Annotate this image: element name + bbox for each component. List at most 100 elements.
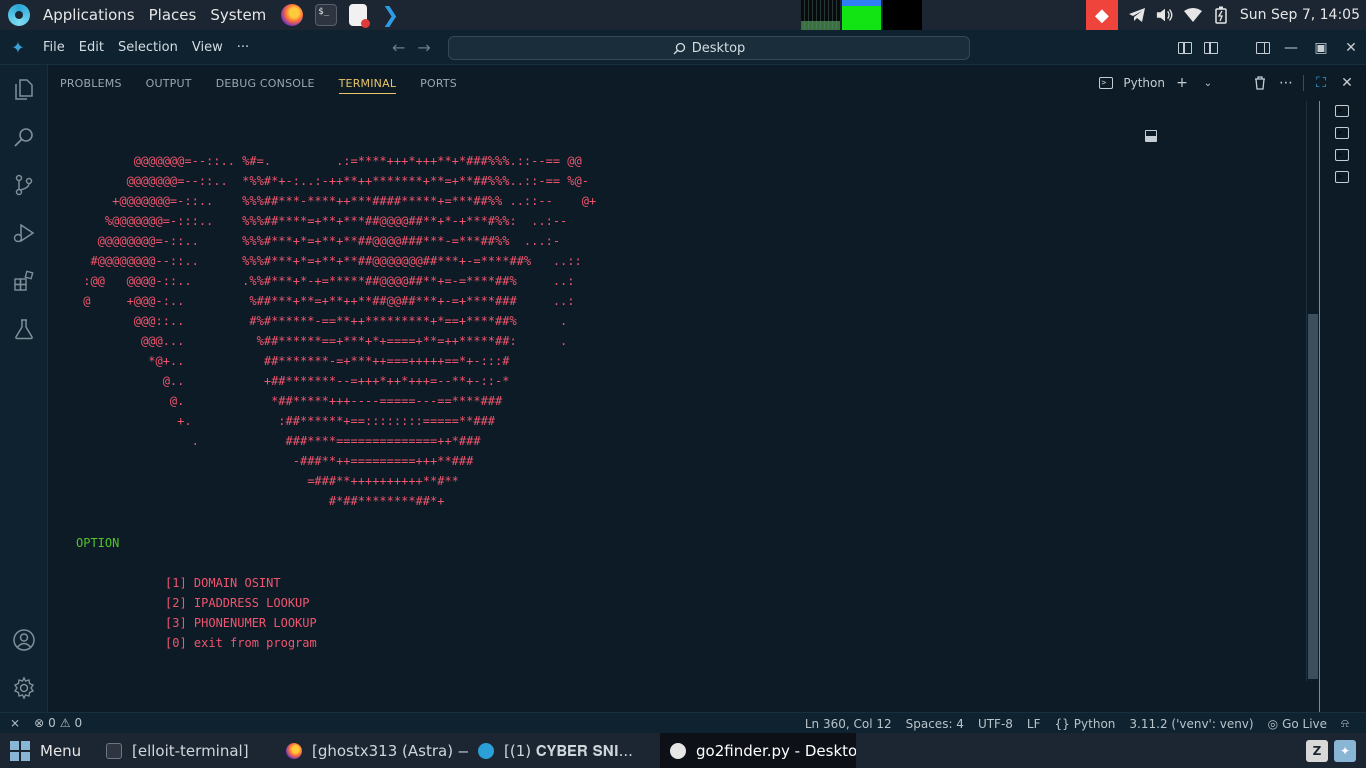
more-actions-icon[interactable]: ⋯ [1277, 72, 1295, 94]
filezilla-icon[interactable]: Z [1306, 739, 1328, 762]
broadcast-icon: ◎ [1267, 716, 1279, 731]
grid-menu-icon [10, 740, 30, 761]
menu-selection[interactable]: Selection [111, 40, 185, 55]
cursor-position[interactable]: Ln 360, Col 12 [798, 717, 899, 731]
remote-indicator-icon[interactable]: ⨯ [0, 716, 27, 730]
run-and-debug-icon[interactable] [0, 209, 48, 257]
places-menu[interactable]: Places [142, 6, 204, 24]
terminal-instance-icon[interactable]: > [1335, 127, 1349, 139]
kill-terminal-trash-icon[interactable] [1251, 72, 1269, 94]
tab-output[interactable]: OUTPUT [146, 65, 192, 101]
search-icon[interactable] [0, 113, 48, 161]
ascii-art-line: . ###****==============++*### [76, 434, 481, 448]
extensions-icon[interactable] [0, 257, 48, 305]
settings-gear-icon[interactable] [0, 664, 48, 712]
clock[interactable]: Sun Sep 7, 14:05 [1240, 7, 1360, 23]
explorer-icon[interactable] [0, 65, 48, 113]
command-center-search[interactable]: Desktop [448, 36, 970, 60]
customize-layout-icon[interactable] [1172, 30, 1198, 65]
system-monitor-graphs[interactable] [801, 0, 922, 30]
new-terminal-plus-icon[interactable]: + [1173, 72, 1191, 94]
language-mode[interactable]: {} Python [1048, 717, 1123, 731]
battery-icon[interactable] [1212, 6, 1230, 24]
terminal-output[interactable]: @@@@@@@=--::.. %#=. .:=****+++*+++**+*##… [76, 111, 1306, 701]
ascii-art-line: @@@@@@@=--::.. *%%#*+-:..:-++**++*******… [76, 174, 589, 188]
navigation-arrows: ← → [392, 30, 431, 65]
telegram-icon[interactable] [1128, 6, 1146, 24]
end-of-line[interactable]: LF [1020, 717, 1048, 731]
start-menu-label: Menu [40, 741, 82, 760]
vscodium-logo-icon: ✦ [11, 37, 25, 57]
wifi-icon[interactable] [1183, 6, 1202, 24]
error-icon: ⊗ [34, 716, 45, 730]
taskbar-item-label: go2finder.py - Deskto... [696, 741, 856, 760]
menu-file[interactable]: File [36, 40, 72, 55]
restore-icon[interactable]: ▣ [1306, 30, 1336, 65]
close-panel-icon[interactable]: ✕ [1338, 72, 1356, 94]
volume-icon[interactable] [1156, 6, 1174, 24]
maximize-panel-icon[interactable]: ⛶ [1312, 72, 1330, 94]
tab-terminal[interactable]: TERMINAL [338, 65, 397, 101]
tab-ports[interactable]: PORTS [420, 65, 457, 101]
ascii-art-line: @.. +##*******--=+++*++*+++=--**+-::-* [76, 374, 510, 388]
toggle-secondary-sidebar-icon[interactable] [1250, 30, 1276, 65]
forward-arrow-icon[interactable]: → [417, 38, 430, 57]
scrollbar-thumb[interactable] [1308, 314, 1318, 679]
distro-logo-icon[interactable] [8, 4, 30, 26]
terminal-profile-icon[interactable]: > [1097, 72, 1115, 94]
cpu-graph [801, 0, 840, 30]
python-interpreter[interactable]: 3.11.2 ('venv': venv) [1122, 717, 1260, 731]
option-item: [2] IPADDRESS LOOKUP [165, 596, 310, 610]
vscode-icon[interactable]: ❯ [379, 3, 401, 27]
start-menu-button[interactable]: Menu [0, 740, 96, 761]
chevron-down-icon[interactable]: ⌄ [1199, 72, 1217, 94]
menu-view[interactable]: View [185, 40, 230, 55]
menu-edit[interactable]: Edit [72, 40, 111, 55]
memory-graph [842, 0, 881, 30]
applications-menu[interactable]: Applications [36, 6, 142, 24]
error-count: 0 [48, 716, 56, 730]
encoding[interactable]: UTF-8 [971, 717, 1020, 731]
terminal-instance-icon[interactable]: > [1335, 149, 1349, 161]
close-icon[interactable]: ✕ [1336, 30, 1366, 65]
terminal-instance-icon[interactable]: > [1335, 171, 1349, 183]
anydesk-icon[interactable]: ◆ [1085, 0, 1118, 30]
firefox-icon[interactable] [281, 4, 304, 26]
titlebar-controls: — ▣ ✕ [1172, 30, 1366, 742]
accounts-icon[interactable] [0, 616, 48, 664]
ascii-art-line: @ +@@@-:.. %##***+**=+**++**##@@##***+-=… [76, 294, 575, 308]
tab-problems[interactable]: PROBLEMS [60, 65, 122, 101]
tab-debug-console[interactable]: DEBUG CONSOLE [216, 65, 315, 101]
split-terminal-icon[interactable] [1145, 72, 1243, 142]
terminal-icon[interactable]: $_ [315, 4, 338, 26]
toggle-primary-sidebar-icon[interactable] [1198, 30, 1224, 65]
taskbar-item-firefox[interactable]: [ghostx313 (Astra) — ... [276, 733, 468, 768]
minimize-icon[interactable]: — [1276, 30, 1306, 65]
taskbar-item-vscode[interactable]: go2finder.py - Deskto... [660, 733, 856, 768]
terminal-profile-label[interactable]: Python [1123, 76, 1165, 90]
go-live-button[interactable]: ◎ Go Live [1261, 717, 1334, 731]
ascii-art-line: @@@@@@@@=-::.. %%%#***+*=+**+**##@@@@###… [76, 234, 561, 248]
toggle-panel-icon[interactable] [1220, 30, 1366, 742]
terminal-instance-icon[interactable]: > [1335, 105, 1349, 117]
command-center-label: Desktop [691, 40, 746, 56]
testing-icon[interactable] [0, 305, 48, 353]
menu-more[interactable]: ··· [230, 40, 256, 55]
back-arrow-icon[interactable]: ← [392, 38, 405, 57]
ascii-art-line: #@@@@@@@@--::.. %%%#***+*=+**+**##@@@@@@… [76, 254, 582, 268]
ascii-art-line: +@@@@@@@=-::.. %%%##***-****++***####***… [76, 194, 597, 208]
search-icon [673, 42, 685, 54]
text-editor-icon[interactable] [349, 4, 371, 28]
show-desktop-icon[interactable]: ✦ [1334, 739, 1356, 762]
taskbar-item-terminal[interactable]: [elloit-terminal] [96, 733, 276, 768]
system-menu[interactable]: System [203, 6, 273, 24]
ascii-art-line: :@@ @@@@-::.. .%%#***+*-+=*****##@@@@##*… [76, 274, 575, 288]
braces-icon: {} [1054, 716, 1070, 731]
taskbar-item-telegram[interactable]: [(1) 𝐂𝐘𝐁𝐄𝐑 𝐒𝐍𝐈... [468, 733, 660, 768]
terminal-scrollbar[interactable] [1306, 101, 1318, 681]
firefox-icon [286, 742, 302, 759]
notifications-bell-icon[interactable]: ⍾ [1334, 716, 1356, 731]
problems-status[interactable]: ⊗ 0 ⚠ 0 [27, 716, 89, 730]
source-control-icon[interactable] [0, 161, 48, 209]
indentation[interactable]: Spaces: 4 [899, 717, 971, 731]
